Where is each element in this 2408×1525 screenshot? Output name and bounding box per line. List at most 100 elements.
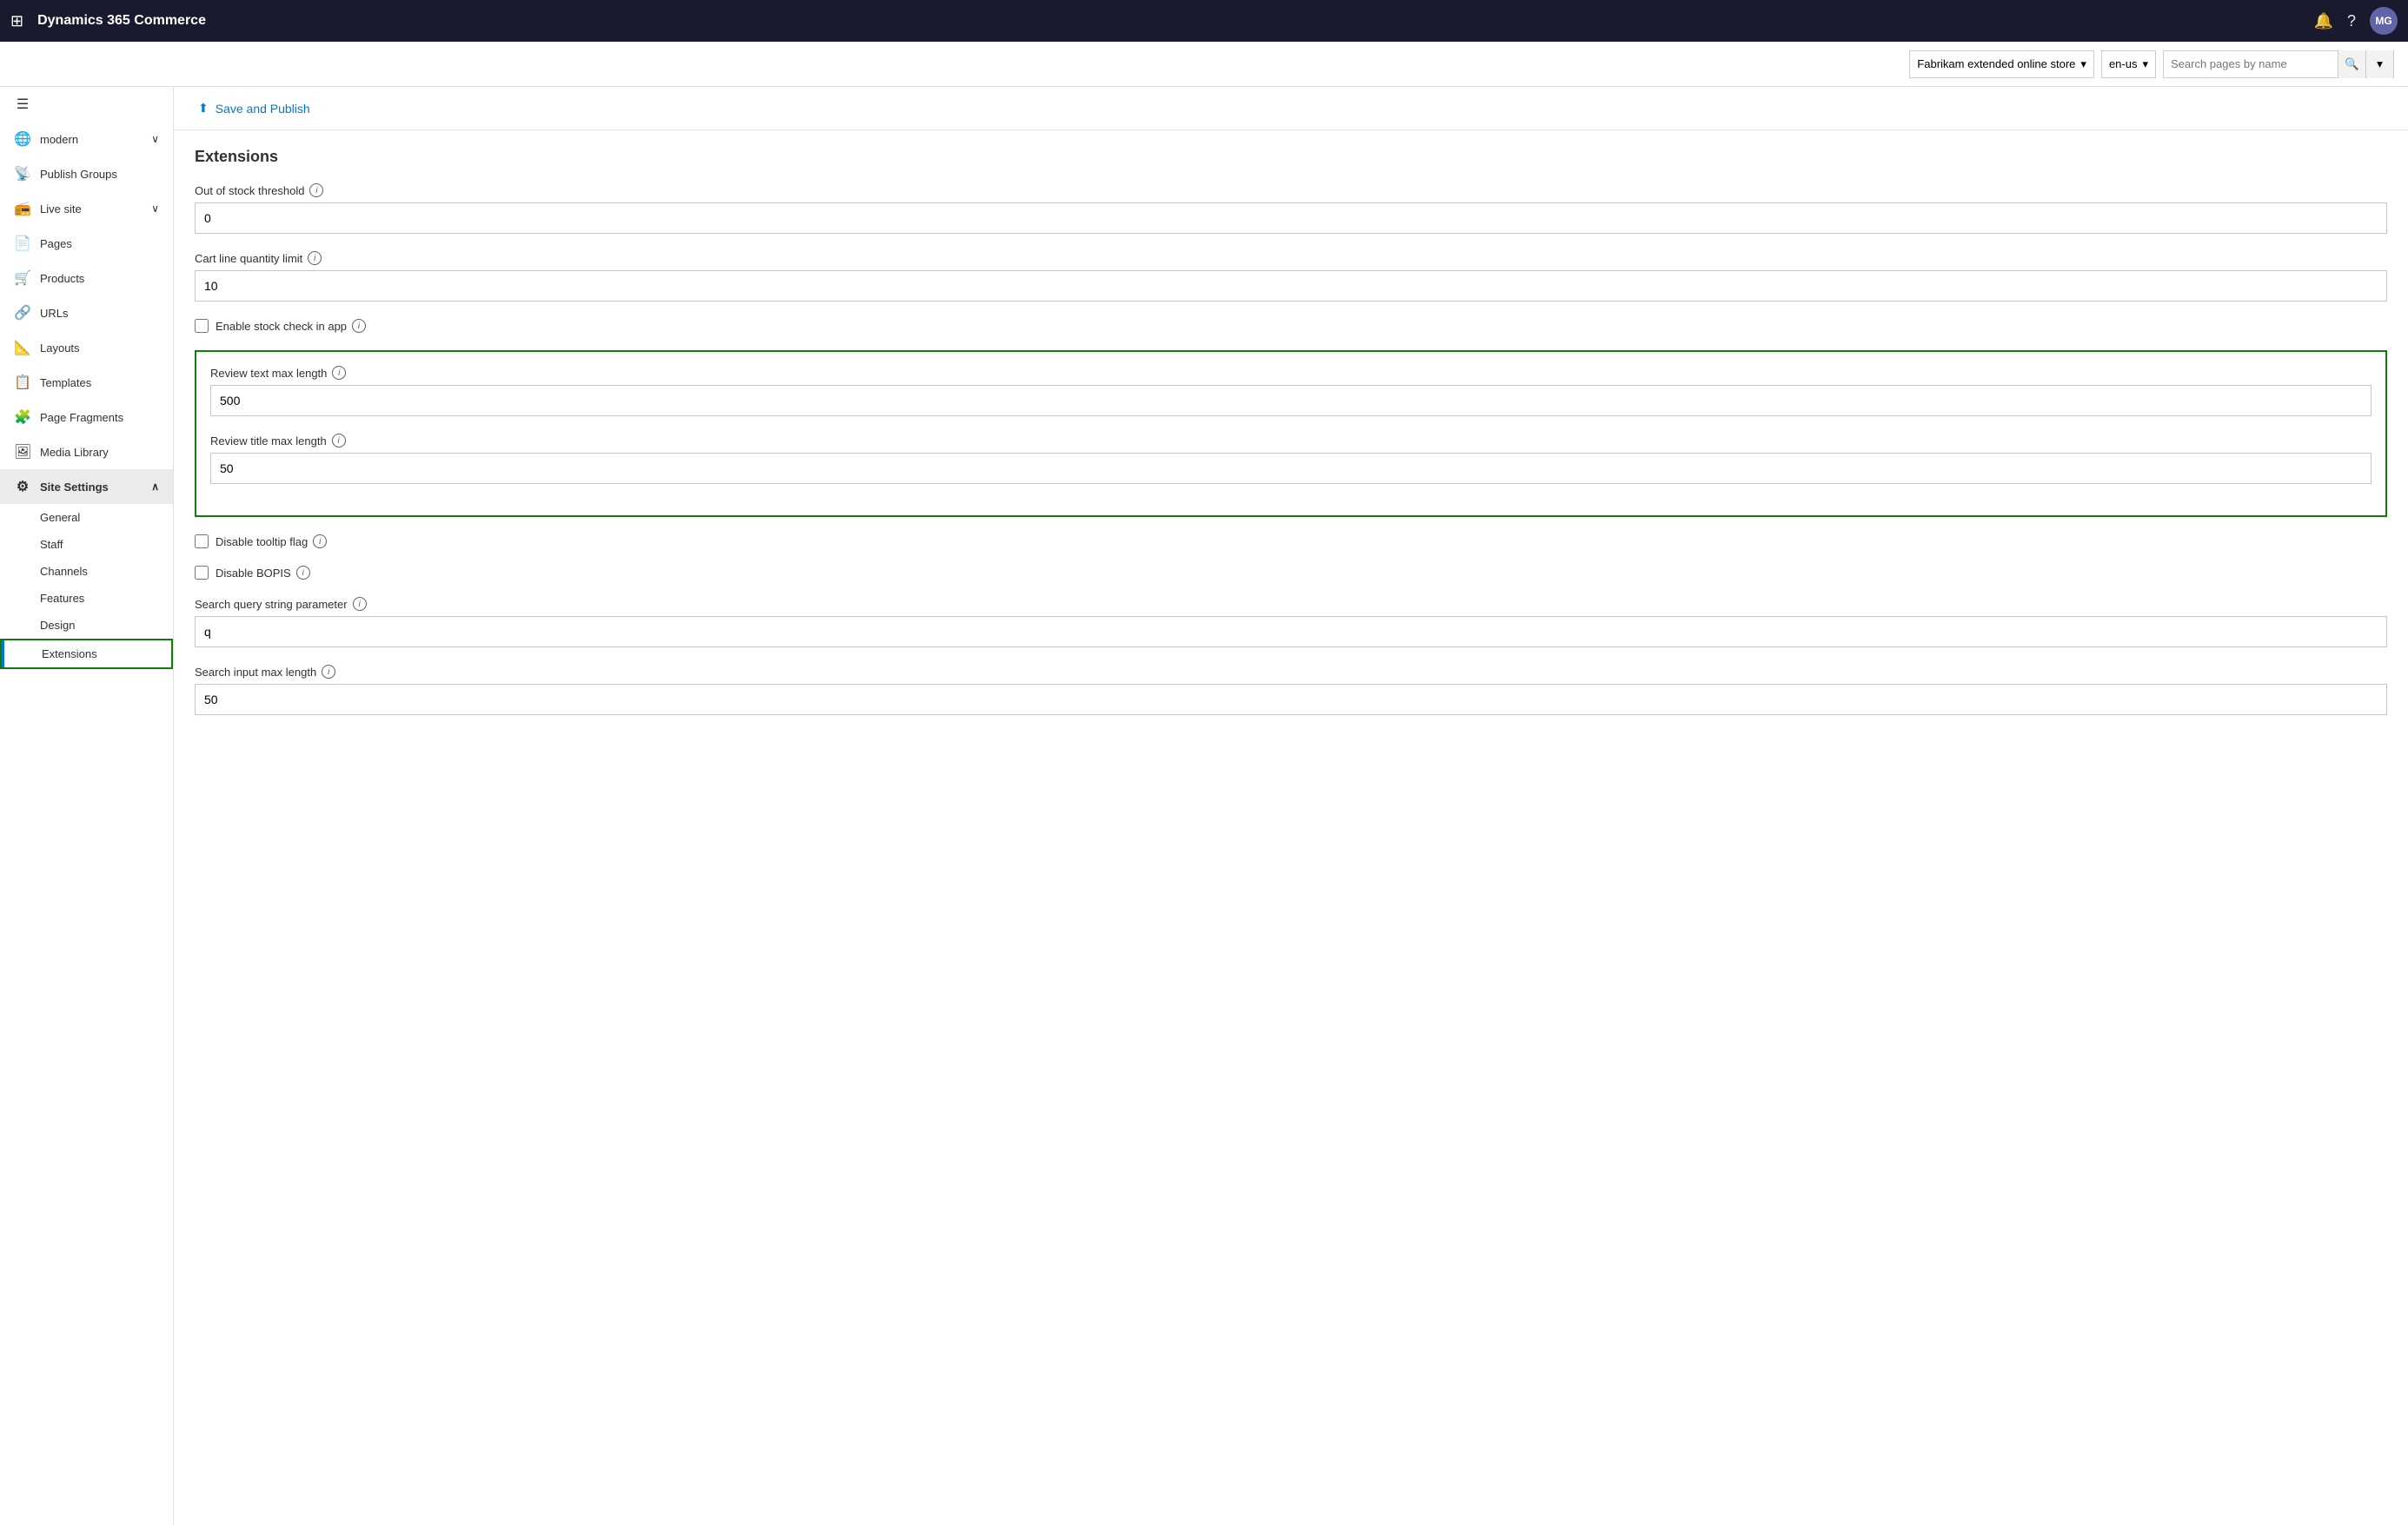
sidebar-sub-item-staff-label: Staff bbox=[40, 538, 63, 551]
save-publish-icon: ⬆ bbox=[198, 101, 209, 116]
sidebar-item-pages-label: Pages bbox=[40, 237, 72, 250]
sidebar-sub-item-features-label: Features bbox=[40, 592, 84, 605]
disable-tooltip-info-icon[interactable]: i bbox=[313, 534, 327, 548]
content-area: Extensions Out of stock threshold i Cart… bbox=[174, 130, 2408, 750]
locale-chevron-icon: ▾ bbox=[2142, 57, 2148, 71]
media-library-icon: 🖼 bbox=[14, 443, 31, 461]
sidebar-item-publish-groups[interactable]: 📡 Publish Groups bbox=[0, 156, 173, 191]
field-group-review-text: Review text max length i bbox=[210, 366, 2372, 416]
cart-line-info-icon[interactable]: i bbox=[308, 251, 322, 265]
review-title-input[interactable] bbox=[210, 453, 2372, 484]
sidebar-item-templates-label: Templates bbox=[40, 376, 91, 389]
section-title: Extensions bbox=[195, 148, 2387, 166]
sidebar-item-publish-groups-label: Publish Groups bbox=[40, 168, 117, 181]
search-button[interactable]: 🔍 bbox=[2338, 50, 2365, 78]
templates-icon: 📋 bbox=[14, 374, 31, 391]
sidebar-sub-item-features[interactable]: Features bbox=[0, 585, 173, 612]
live-site-icon: 📻 bbox=[14, 200, 31, 217]
review-text-input[interactable] bbox=[210, 385, 2372, 416]
sidebar-item-pages[interactable]: 📄 Pages bbox=[0, 226, 173, 261]
store-label: Fabrikam extended online store bbox=[1917, 57, 2075, 70]
search-input-max-info-icon[interactable]: i bbox=[322, 665, 335, 679]
live-site-chevron-icon: ∨ bbox=[151, 202, 159, 215]
avatar[interactable]: MG bbox=[2370, 7, 2398, 35]
search-query-label-text: Search query string parameter bbox=[195, 598, 348, 611]
sidebar-item-site-settings[interactable]: ⚙ Site Settings ∧ bbox=[0, 469, 173, 504]
help-icon[interactable]: ? bbox=[2347, 12, 2356, 30]
toolbar-right: Fabrikam extended online store ▾ en-us ▾… bbox=[1909, 50, 2394, 78]
sidebar-item-products-label: Products bbox=[40, 272, 84, 285]
hamburger-icon: ☰ bbox=[14, 96, 31, 113]
search-query-label: Search query string parameter i bbox=[195, 597, 2387, 611]
field-group-search-input-max: Search input max length i bbox=[195, 665, 2387, 715]
search-query-input[interactable] bbox=[195, 616, 2387, 647]
sidebar-item-modern[interactable]: 🌐 modern ∨ bbox=[0, 122, 173, 156]
layout: ☰ 🌐 modern ∨ 📡 Publish Groups 📻 Live sit… bbox=[0, 87, 2408, 1525]
topbar: ⊞ Dynamics 365 Commerce 🔔 ? MG bbox=[0, 0, 2408, 42]
field-group-out-of-stock: Out of stock threshold i bbox=[195, 183, 2387, 234]
search-input-max-label-text: Search input max length bbox=[195, 666, 316, 679]
cart-line-input[interactable] bbox=[195, 270, 2387, 302]
sidebar-item-products[interactable]: 🛒 Products bbox=[0, 261, 173, 295]
sidebar-item-urls[interactable]: 🔗 URLs bbox=[0, 295, 173, 330]
store-chevron-icon: ▾ bbox=[2080, 57, 2086, 71]
disable-tooltip-checkbox[interactable] bbox=[195, 534, 209, 548]
site-settings-icon: ⚙ bbox=[14, 478, 31, 495]
sidebar-sub-item-staff[interactable]: Staff bbox=[0, 531, 173, 558]
sidebar-item-templates[interactable]: 📋 Templates bbox=[0, 365, 173, 400]
review-text-info-icon[interactable]: i bbox=[332, 366, 346, 380]
enable-stock-check-info-icon[interactable]: i bbox=[352, 319, 366, 333]
publish-groups-icon: 📡 bbox=[14, 165, 31, 182]
search-dropdown-button[interactable]: ▾ bbox=[2365, 50, 2393, 78]
enable-stock-check-label-text: Enable stock check in app bbox=[216, 320, 347, 333]
search-query-info-icon[interactable]: i bbox=[353, 597, 367, 611]
sidebar-sub-item-channels-label: Channels bbox=[40, 565, 88, 578]
app-title: Dynamics 365 Commerce bbox=[37, 13, 2303, 29]
sidebar-collapse-button[interactable]: ☰ bbox=[0, 87, 173, 122]
disable-bopis-label-text: Disable BOPIS bbox=[216, 567, 291, 580]
sidebar-sub-item-channels[interactable]: Channels bbox=[0, 558, 173, 585]
review-title-info-icon[interactable]: i bbox=[332, 434, 346, 448]
checkbox-group-disable-tooltip: Disable tooltip flag i bbox=[195, 534, 2387, 548]
sidebar-item-page-fragments[interactable]: 🧩 Page Fragments bbox=[0, 400, 173, 434]
grid-icon[interactable]: ⊞ bbox=[10, 12, 23, 30]
save-publish-button[interactable]: ⬆ Save and Publish bbox=[191, 97, 317, 119]
notification-icon[interactable]: 🔔 bbox=[2314, 12, 2333, 30]
topbar-icons: 🔔 ? MG bbox=[2314, 7, 2398, 35]
out-of-stock-label-text: Out of stock threshold bbox=[195, 184, 304, 197]
locale-label: en-us bbox=[2109, 57, 2138, 70]
disable-bopis-info-icon[interactable]: i bbox=[296, 566, 310, 580]
products-icon: 🛒 bbox=[14, 269, 31, 287]
save-publish-label: Save and Publish bbox=[216, 102, 310, 116]
field-group-review-title: Review title max length i bbox=[210, 434, 2372, 484]
out-of-stock-label: Out of stock threshold i bbox=[195, 183, 2387, 197]
globe-icon: 🌐 bbox=[14, 130, 31, 148]
layouts-icon: 📐 bbox=[14, 339, 31, 356]
cart-line-label-text: Cart line quantity limit bbox=[195, 252, 302, 265]
search-input-max-input[interactable] bbox=[195, 684, 2387, 715]
search-input[interactable] bbox=[2164, 57, 2338, 70]
field-group-cart-line: Cart line quantity limit i bbox=[195, 251, 2387, 302]
sidebar-sub-item-design[interactable]: Design bbox=[0, 612, 173, 639]
sidebar-item-layouts[interactable]: 📐 Layouts bbox=[0, 330, 173, 365]
action-bar: ⬆ Save and Publish bbox=[174, 87, 2408, 130]
review-text-label-text: Review text max length bbox=[210, 367, 327, 380]
enable-stock-check-label: Enable stock check in app i bbox=[216, 319, 366, 333]
sidebar-sub-item-extensions[interactable]: Extensions bbox=[0, 639, 173, 669]
disable-bopis-checkbox[interactable] bbox=[195, 566, 209, 580]
modern-chevron-icon: ∨ bbox=[151, 133, 159, 145]
out-of-stock-info-icon[interactable]: i bbox=[309, 183, 323, 197]
store-select[interactable]: Fabrikam extended online store ▾ bbox=[1909, 50, 2094, 78]
enable-stock-check-checkbox[interactable] bbox=[195, 319, 209, 333]
sidebar-sub-item-general[interactable]: General bbox=[0, 504, 173, 531]
review-title-label-text: Review title max length bbox=[210, 434, 327, 448]
sidebar-item-media-library-label: Media Library bbox=[40, 446, 109, 459]
locale-select[interactable]: en-us ▾ bbox=[2101, 50, 2156, 78]
out-of-stock-input[interactable] bbox=[195, 202, 2387, 234]
page-fragments-icon: 🧩 bbox=[14, 408, 31, 426]
sidebar-sub-item-extensions-label: Extensions bbox=[42, 647, 97, 660]
sidebar-item-live-site[interactable]: 📻 Live site ∨ bbox=[0, 191, 173, 226]
disable-bopis-label: Disable BOPIS i bbox=[216, 566, 310, 580]
sidebar-item-media-library[interactable]: 🖼 Media Library bbox=[0, 434, 173, 469]
sidebar-item-layouts-label: Layouts bbox=[40, 341, 80, 355]
